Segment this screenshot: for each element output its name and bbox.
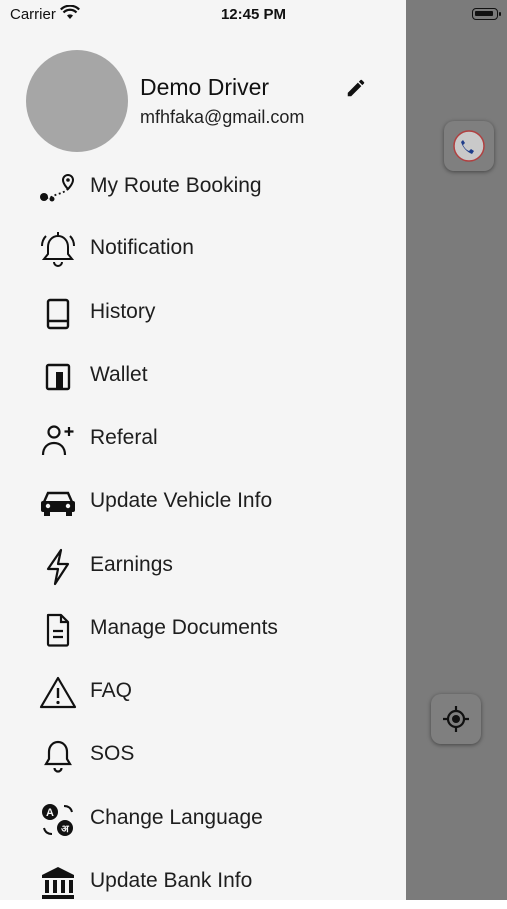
menu-item-history[interactable]: History: [0, 284, 406, 340]
avatar[interactable]: [26, 50, 128, 152]
battery-cap: [499, 12, 501, 16]
menu-item-label: Manage Documents: [90, 616, 278, 639]
locate-me-button[interactable]: [431, 694, 481, 744]
menu-item-update-vehicle-info[interactable]: Update Vehicle Info: [0, 473, 406, 529]
menu-item-wallet[interactable]: Wallet: [0, 347, 406, 403]
menu-item-label: Notification: [90, 236, 194, 259]
translate-icon: A अ: [38, 802, 78, 838]
menu-item-label: My Route Booking: [90, 174, 262, 197]
menu-item-label: SOS: [90, 742, 135, 765]
bell-icon: [38, 232, 78, 268]
warning-icon: [38, 675, 78, 711]
menu-item-change-language[interactable]: A अ Change Language: [0, 790, 406, 846]
menu-item-my-route-booking[interactable]: My Route Booking: [0, 158, 406, 214]
menu-item-label: History: [90, 300, 156, 323]
help-call-button[interactable]: [444, 121, 494, 171]
gps-locate-icon: [443, 706, 469, 732]
document-icon: [38, 612, 78, 648]
menu-item-referal[interactable]: Referal: [0, 410, 406, 466]
edit-pencil-icon[interactable]: [345, 77, 367, 99]
menu-item-manage-documents[interactable]: Manage Documents: [0, 600, 406, 656]
menu-item-notification[interactable]: Notification: [0, 220, 406, 276]
svg-text:A: A: [46, 807, 54, 819]
alarm-bell-icon: [38, 738, 78, 774]
menu-item-label: Wallet: [90, 363, 148, 386]
menu-item-faq[interactable]: FAQ: [0, 663, 406, 719]
clock: 12:45 PM: [220, 6, 287, 23]
navigation-drawer: Demo Driver mfhfaka@gmail.com My Route B…: [0, 0, 406, 900]
wallet-icon: [38, 359, 78, 395]
menu-item-earnings[interactable]: Earnings: [0, 537, 406, 593]
driver-name: Demo Driver: [140, 74, 270, 100]
menu-item-label: Update Vehicle Info: [90, 489, 273, 512]
menu-item-update-bank-info[interactable]: Update Bank Info: [0, 853, 406, 909]
lightning-icon: [38, 548, 78, 586]
bank-icon: [38, 865, 78, 901]
menu-item-label: Referal: [90, 426, 158, 449]
menu-item-label: FAQ: [90, 679, 133, 702]
status-bar: Carrier 12:45 PM: [0, 0, 507, 30]
menu-item-label: Update Bank Info: [90, 869, 253, 892]
help-call-icon: [453, 130, 485, 162]
car-icon: [38, 485, 78, 521]
route-icon: [38, 170, 78, 206]
book-icon: [38, 296, 78, 332]
person-add-icon: [38, 422, 78, 458]
profile-header: Demo Driver mfhfaka@gmail.com: [0, 50, 406, 154]
menu-item-label: Change Language: [90, 806, 263, 829]
driver-email: mfhfaka@gmail.com: [140, 107, 305, 127]
menu-item-label: Earnings: [90, 553, 173, 576]
battery-icon: [472, 8, 498, 20]
menu-item-sos[interactable]: SOS: [0, 726, 406, 782]
